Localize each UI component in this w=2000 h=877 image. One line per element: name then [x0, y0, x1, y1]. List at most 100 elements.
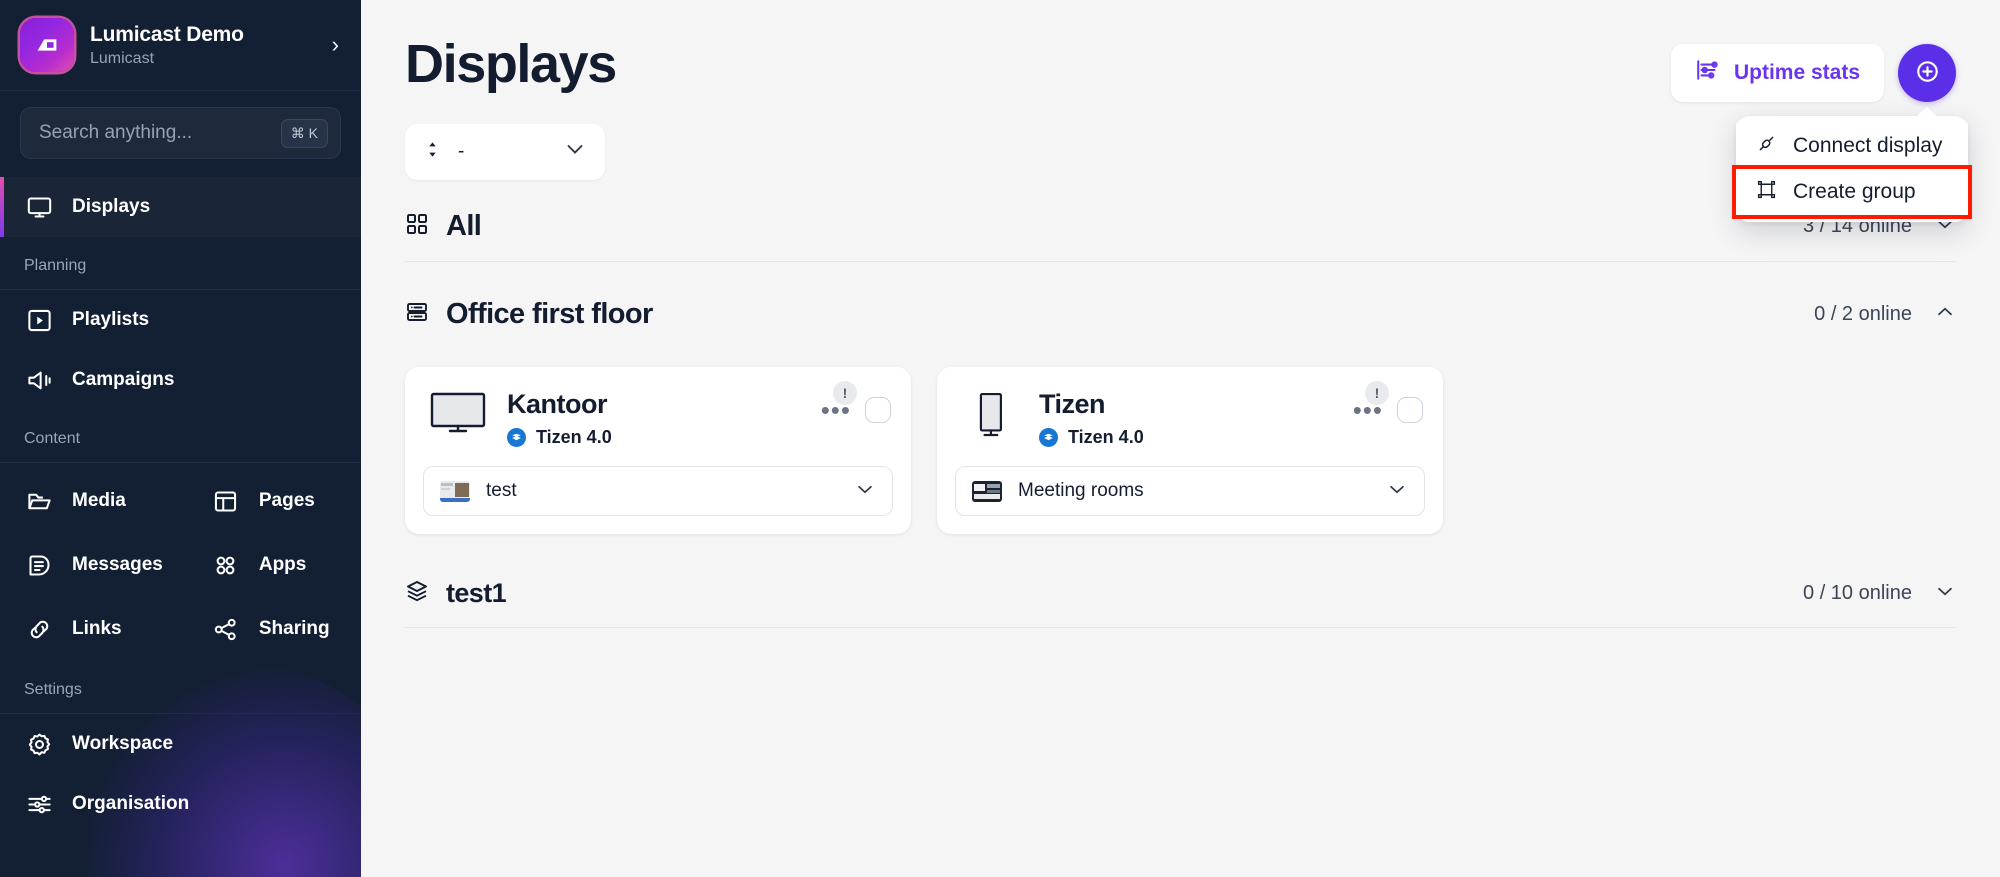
chevron-down-icon	[1386, 478, 1408, 505]
sidebar-item-pages[interactable]: Pages	[187, 469, 361, 533]
uptime-stats-label: Uptime stats	[1733, 61, 1860, 84]
sidebar-item-campaigns[interactable]: Campaigns	[0, 350, 361, 410]
chevron-right-icon: ›	[331, 32, 339, 57]
display-status-indicator[interactable]	[1397, 397, 1423, 423]
group-header-test1[interactable]: test1 0 / 10 online	[405, 542, 1956, 627]
sidebar-item-messages[interactable]: Messages	[0, 533, 187, 597]
workspace-name: Lumicast Demo	[90, 23, 244, 47]
campaign-icon	[24, 365, 54, 395]
sidebar-label-sharing: Sharing	[258, 618, 330, 639]
sidebar-item-media[interactable]: Media	[0, 469, 187, 533]
display-info: Kantoor Tizen 4.0	[507, 387, 803, 448]
sidebar-section-content: Content	[0, 410, 361, 463]
group-online-count-office-first-floor: 0 / 2 online	[1814, 303, 1912, 325]
gear-icon	[24, 729, 54, 759]
folder-icon	[24, 486, 54, 516]
display-info: Tizen Tizen 4.0	[1039, 387, 1335, 448]
main-content: Displays Uptime stats Connect display Cr…	[361, 0, 2000, 877]
display-card[interactable]: Kantoor Tizen 4.0 ! ••• test	[405, 367, 911, 534]
sliders-icon	[24, 789, 54, 819]
display-card-header: Kantoor Tizen 4.0 ! •••	[405, 367, 911, 466]
sidebar-label-pages: Pages	[258, 490, 315, 511]
sidebar-item-workspace[interactable]: Workspace	[0, 714, 361, 774]
search-input[interactable]: Search anything... ⌘ K	[20, 107, 341, 159]
group-header-office-first-floor[interactable]: Office first floor 0 / 2 online	[405, 262, 1956, 349]
display-card-footer: test	[405, 466, 911, 534]
sidebar-section-settings: Settings	[0, 661, 361, 714]
uptime-stats-button[interactable]: Uptime stats	[1670, 44, 1884, 102]
layers-icon	[405, 579, 429, 608]
workspace-meta: Lumicast Demo Lumicast	[90, 22, 316, 67]
display-os-label: Tizen 4.0	[1068, 427, 1144, 447]
tizen-icon	[1039, 428, 1058, 447]
display-name: Kantoor	[507, 389, 607, 419]
group-status-office-first-floor[interactable]: 0 / 2 online	[1814, 301, 1956, 329]
group-online-count-test1: 0 / 10 online	[1803, 582, 1912, 604]
group-title-all: All	[405, 210, 482, 243]
sidebar-label-campaigns: Campaigns	[72, 369, 175, 390]
display-card[interactable]: Tizen Tizen 4.0 ! ••• Meeting rooms	[937, 367, 1443, 534]
sidebar-section-planning: Planning	[0, 237, 361, 290]
chevron-down-icon	[563, 137, 587, 167]
messages-icon	[24, 550, 54, 580]
sidebar-item-sharing[interactable]: Sharing	[187, 597, 361, 661]
tizen-icon	[507, 428, 526, 447]
monitor-landscape-icon	[427, 387, 489, 435]
display-os: Tizen 4.0	[507, 427, 803, 448]
app-root: Lumicast Demo Lumicast › Search anything…	[0, 0, 2000, 877]
sidebar-label-messages: Messages	[72, 554, 163, 575]
group-name-all: All	[446, 210, 482, 242]
workspace-switcher[interactable]: Lumicast Demo Lumicast ›	[0, 0, 361, 91]
display-status-indicator[interactable]	[865, 397, 891, 423]
group-header-all[interactable]: All 3 / 14 online	[405, 180, 1956, 262]
playlist-thumbnail	[972, 480, 1002, 502]
sidebar-item-organisation[interactable]: Organisation	[0, 774, 361, 834]
menu-item-connect-display[interactable]: Connect display	[1736, 123, 1968, 169]
playlist-dropdown[interactable]: test	[423, 466, 893, 516]
sidebar-item-apps[interactable]: Apps	[187, 533, 361, 597]
share-icon	[211, 614, 241, 644]
sort-icon	[423, 140, 442, 165]
workspace-subtitle: Lumicast	[90, 49, 155, 67]
sidebar-label-links: Links	[72, 618, 122, 639]
warning-badge[interactable]: !	[1365, 381, 1389, 405]
grid-icon	[405, 212, 429, 241]
sidebar-label-workspace: Workspace	[72, 733, 174, 754]
group-icon	[1756, 179, 1777, 206]
display-card-header: Tizen Tizen 4.0 ! •••	[937, 367, 1443, 466]
sidebar-label-media: Media	[72, 490, 126, 511]
chevron-up-icon	[1934, 301, 1956, 329]
filter-row: -	[405, 124, 1956, 180]
display-card-footer: Meeting rooms	[937, 466, 1443, 534]
sort-dropdown[interactable]: -	[405, 124, 605, 180]
playlist-icon	[24, 305, 54, 335]
rack-icon	[405, 300, 429, 329]
warning-badge[interactable]: !	[833, 381, 857, 405]
monitor-portrait-icon	[959, 387, 1021, 439]
chevron-down-icon	[854, 478, 876, 505]
display-card-actions: ! •••	[821, 381, 891, 423]
sidebar-label-displays: Displays	[72, 196, 151, 217]
group-name-office-first-floor: Office first floor	[446, 298, 653, 330]
group-title-test1: test1	[405, 578, 507, 609]
page-header: Uptime stats Connect display Create grou…	[405, 0, 1968, 222]
group-name-test1: test1	[446, 578, 507, 608]
add-menu-dropdown: Connect display Create group	[1736, 107, 1968, 222]
playlist-dropdown[interactable]: Meeting rooms	[955, 466, 1425, 516]
display-more-menu-icon[interactable]: •••	[1353, 397, 1383, 423]
group-status-test1[interactable]: 0 / 10 online	[1803, 580, 1956, 608]
sidebar-item-playlists[interactable]: Playlists	[0, 290, 361, 350]
display-more-menu-icon[interactable]: •••	[821, 397, 851, 423]
pages-icon	[211, 486, 241, 516]
menu-label-connect-display: Connect display	[1793, 134, 1943, 157]
add-button[interactable]	[1898, 44, 1956, 102]
plus-circle-icon	[1914, 58, 1941, 88]
display-os: Tizen 4.0	[1039, 427, 1335, 448]
plug-icon	[1756, 133, 1777, 160]
sidebar-item-displays[interactable]: Displays	[0, 177, 361, 237]
sidebar-item-links[interactable]: Links	[0, 597, 187, 661]
playlist-thumbnail	[440, 480, 470, 502]
menu-item-create-group[interactable]: Create group	[1736, 169, 1968, 215]
lumicast-logo-icon	[20, 18, 74, 72]
display-name: Tizen	[1039, 389, 1106, 419]
